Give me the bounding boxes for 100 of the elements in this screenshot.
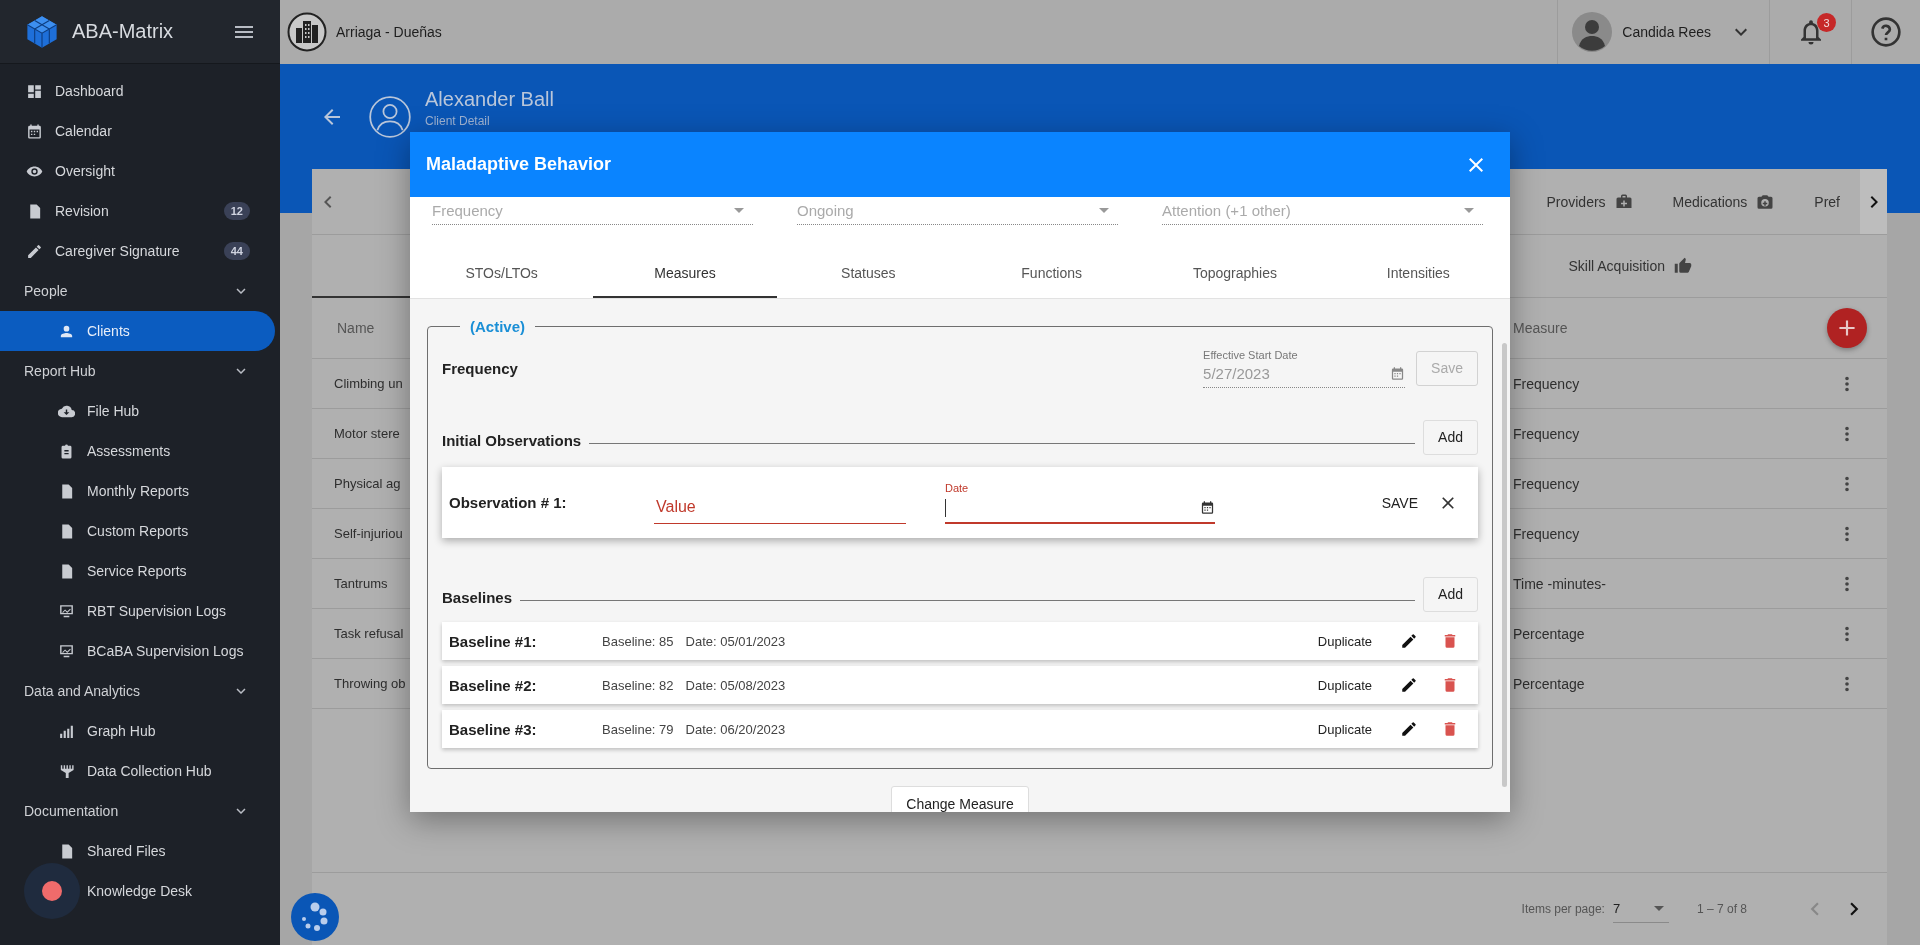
measure-name: Frequency — [442, 359, 518, 377]
fork-icon — [58, 762, 75, 780]
record-button[interactable] — [24, 863, 80, 919]
calendar-icon — [1390, 366, 1406, 381]
table-cell: Frequency — [1513, 475, 1580, 492]
nav-item[interactable]: Data Collection Hub — [0, 751, 280, 791]
first-aid-kit-icon — [1614, 192, 1633, 211]
chevron-left-icon — [324, 195, 332, 208]
baseline-value: Baseline: 85 — [602, 633, 674, 649]
duplicate-button[interactable]: Duplicate — [1317, 677, 1372, 693]
nav-item[interactable]: Shared Files — [0, 831, 280, 871]
nav-section[interactable]: People — [0, 271, 280, 311]
table-cell: Time -minutes- — [1513, 575, 1606, 592]
section-title: Initial Observations — [442, 431, 582, 449]
baseline-value: Baseline: 79 — [602, 721, 674, 737]
calendar-icon — [26, 122, 43, 140]
table-cell: Percentage — [1513, 625, 1585, 642]
section-title: Baselines — [442, 588, 513, 606]
edit-icon[interactable] — [1400, 720, 1418, 738]
nav-item[interactable]: Graph Hub — [0, 711, 280, 751]
tab[interactable]: Intensities — [1326, 250, 1510, 298]
table-cell: Climbing un — [334, 376, 403, 391]
count-badge: 44 — [223, 242, 250, 260]
nav-item[interactable]: Caregiver Signature — [0, 231, 224, 271]
thumbs-up-icon — [1674, 257, 1692, 275]
table-cell: Tantrums — [334, 576, 388, 591]
avatar-icon — [1572, 12, 1613, 52]
add-button[interactable]: Add — [1423, 576, 1478, 612]
chevron-right-icon — [1869, 195, 1878, 208]
baseline-label: Baseline #1: — [449, 632, 538, 650]
chat-button[interactable] — [291, 893, 339, 941]
table-cell: Frequency — [1513, 525, 1580, 542]
column-header: Measure — [1513, 320, 1568, 336]
nav-item[interactable]: BCaBA Supervision Logs — [0, 631, 280, 671]
column-header: Name — [337, 320, 375, 336]
notification-badge: 3 — [1817, 13, 1836, 32]
table-cell: Physical ag — [334, 476, 401, 491]
tab[interactable]: Providers — [1526, 169, 1653, 234]
nav-section[interactable]: Data and Analytics — [0, 671, 280, 711]
edit-icon[interactable] — [1400, 676, 1418, 694]
tab[interactable]: Pref — [1794, 169, 1860, 234]
table-cell: Task refusal — [334, 626, 404, 641]
baseline-label: Baseline #2: — [449, 676, 538, 694]
nav-section[interactable]: Report Hub — [0, 351, 280, 391]
nav-item[interactable]: Knowledge Desk — [0, 871, 280, 911]
add-button[interactable] — [1827, 308, 1867, 348]
baseline-date: Date: 05/01/2023 — [685, 633, 786, 649]
nav-item[interactable]: Dashboard — [0, 71, 280, 111]
baseline-label: Baseline #3: — [449, 720, 538, 738]
nav-item[interactable]: Monthly Reports — [0, 471, 280, 511]
calendar-icon — [1200, 500, 1215, 515]
nav-item[interactable]: Clients — [0, 311, 275, 351]
save-button[interactable]: SAVE — [1381, 494, 1418, 511]
nav-item[interactable]: Assessments — [0, 431, 280, 471]
add-button[interactable]: Add — [1423, 419, 1478, 455]
caret-icon — [1464, 208, 1474, 213]
nav-item[interactable]: RBT Supervision Logs — [0, 591, 280, 631]
page-range: 1 – 7 of 8 — [1696, 902, 1747, 916]
tab[interactable]: Functions — [960, 250, 1144, 298]
baseline-date: Date: 05/08/2023 — [685, 677, 786, 693]
tab[interactable]: Medications — [1652, 169, 1795, 234]
nav-section[interactable]: Documentation — [0, 791, 280, 831]
caret-icon — [734, 208, 744, 213]
tab[interactable]: Statuses — [776, 250, 960, 298]
table-cell: Self-injuriou — [334, 526, 403, 541]
nav-item[interactable]: Calendar — [0, 111, 280, 151]
status-label: (Active) — [469, 318, 526, 335]
nav-item[interactable]: Revision — [0, 191, 224, 231]
duplicate-button[interactable]: Duplicate — [1317, 721, 1372, 737]
client-subtitle: Client Detail — [425, 114, 490, 128]
camera-icon — [1756, 192, 1775, 211]
change-measure-button[interactable]: Change Measure — [891, 786, 1029, 812]
value-field[interactable]: Value — [654, 491, 906, 524]
scrollbar[interactable] — [1502, 343, 1507, 787]
baseline-value: Baseline: 82 — [602, 677, 674, 693]
tab[interactable]: Skill Acquisition — [1568, 257, 1692, 275]
table-cell: Percentage — [1513, 675, 1585, 692]
baseline-date: Date: 06/20/2023 — [685, 721, 786, 737]
page-size-select[interactable]: 7 — [1612, 895, 1669, 923]
building-logo-icon — [287, 12, 327, 52]
company-name: Arriaga - Dueñas — [336, 24, 442, 40]
brand-name: ABA-Matrix — [72, 20, 175, 43]
edit-icon[interactable] — [1400, 632, 1418, 650]
caret-icon — [1653, 906, 1664, 911]
help-icon — [1870, 16, 1902, 48]
pen-icon — [26, 242, 43, 260]
tab[interactable]: Topographies — [1143, 250, 1327, 298]
date-field[interactable]: Date — [945, 481, 1215, 524]
caret-icon — [1099, 208, 1109, 213]
nav-item[interactable]: File Hub — [0, 391, 280, 431]
nav-item[interactable]: Oversight — [0, 151, 280, 191]
nav-item[interactable]: Service Reports — [0, 551, 280, 591]
tab[interactable]: STOs/LTOs — [410, 250, 594, 298]
client-name: Alexander Ball — [425, 88, 554, 111]
nav-item[interactable]: Custom Reports — [0, 511, 280, 551]
duplicate-button[interactable]: Duplicate — [1317, 633, 1372, 649]
dialog-title: Maladaptive Behavior — [426, 154, 613, 175]
person-circle-icon — [368, 95, 412, 139]
grid-icon — [26, 82, 43, 100]
table-cell: Motor stere — [334, 426, 400, 441]
